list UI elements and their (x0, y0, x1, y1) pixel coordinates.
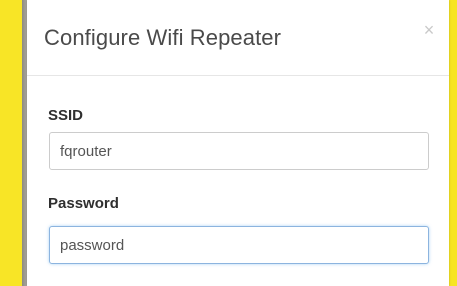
dialog-title: Configure Wifi Repeater (44, 25, 282, 50)
ssid-input[interactable] (49, 132, 429, 170)
background-strip-right (449, 0, 457, 286)
configure-wifi-repeater-dialog: Configure Wifi Repeater × SSID Password (27, 0, 449, 286)
dialog-header: Configure Wifi Repeater × (27, 0, 449, 76)
password-input[interactable] (49, 226, 429, 264)
close-button[interactable]: × (419, 20, 439, 40)
password-label: Password (48, 195, 119, 212)
background-strip-left (0, 0, 22, 286)
ssid-label: SSID (48, 107, 84, 124)
dialog-body: SSID Password (27, 76, 449, 286)
